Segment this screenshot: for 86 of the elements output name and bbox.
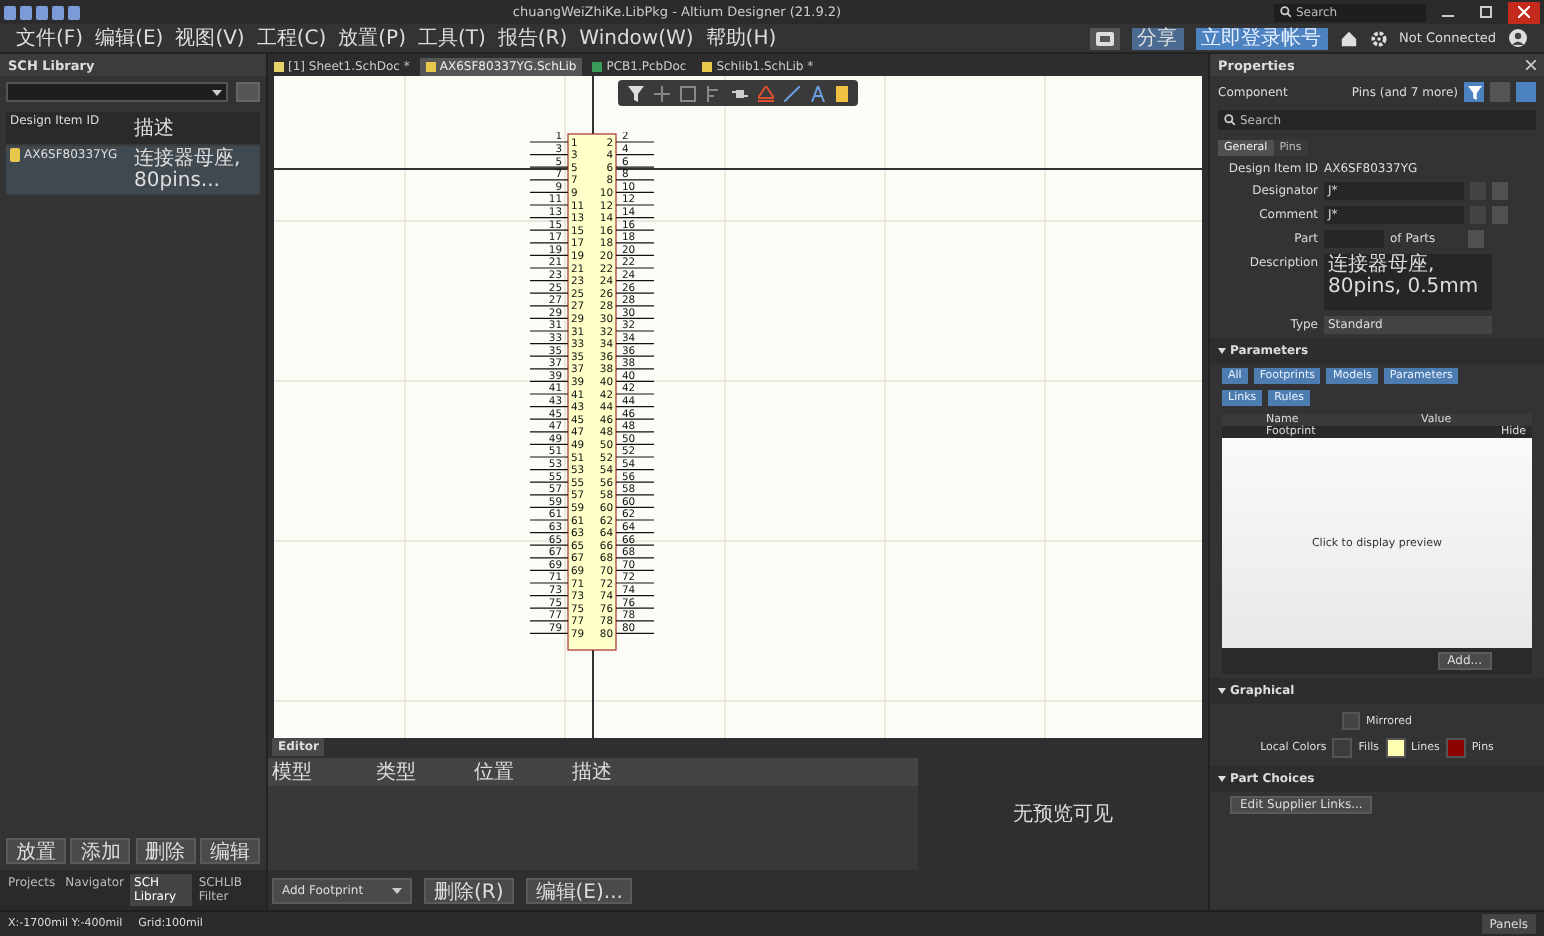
pin-line[interactable] (529, 191, 569, 193)
close-button[interactable] (1507, 1, 1540, 23)
pin-line[interactable] (615, 406, 655, 408)
color-swatch[interactable] (1385, 738, 1406, 758)
rectangle-icon[interactable] (836, 85, 848, 101)
chat-button[interactable] (1089, 27, 1120, 49)
preview-message: 无预览可见 (1013, 802, 1113, 828)
close-icon[interactable] (1526, 60, 1536, 70)
edit-button[interactable]: 编辑(E)... (525, 878, 633, 904)
menu-item[interactable]: 帮助(H) (705, 24, 777, 52)
move-icon[interactable] (654, 85, 670, 101)
pin-line[interactable] (529, 595, 569, 597)
pin-line[interactable] (529, 569, 569, 571)
caret-icon[interactable] (212, 89, 222, 95)
mirrored-checkbox[interactable] (1342, 712, 1361, 730)
pin-line[interactable] (615, 317, 655, 319)
pin-line[interactable] (529, 343, 569, 345)
pin-line[interactable] (615, 191, 655, 193)
user-icon[interactable] (1508, 28, 1528, 48)
pin-line[interactable] (529, 317, 569, 319)
pin-line[interactable] (529, 217, 569, 219)
text-area[interactable]: 连接器母座, 80pins, 0.5mm (1324, 254, 1492, 310)
pin-line[interactable] (615, 569, 655, 571)
panel-button[interactable]: 删除 (135, 838, 196, 864)
color-swatch[interactable] (1332, 738, 1353, 758)
panel-button[interactable]: 添加 (70, 838, 131, 864)
collapse-caret-icon[interactable] (1218, 688, 1226, 694)
menu-item[interactable]: 报告(R) (497, 24, 568, 52)
collapse-caret-icon[interactable] (1218, 776, 1226, 782)
home-icon[interactable] (1339, 29, 1358, 47)
pin-line[interactable] (615, 469, 655, 471)
menu-item[interactable]: 视图(V) (175, 24, 245, 52)
pin-line[interactable] (615, 506, 655, 508)
filter-toggle-button[interactable] (1516, 82, 1536, 102)
pin-line[interactable] (615, 343, 655, 345)
pin-icon[interactable] (758, 85, 774, 101)
pin-line[interactable] (615, 632, 655, 634)
panel-button[interactable]: 编辑 (199, 838, 260, 864)
collapse-caret-icon[interactable] (1218, 348, 1226, 354)
menu-item[interactable]: 工程(C) (256, 24, 327, 52)
pin-line[interactable] (615, 154, 655, 156)
pin-line[interactable] (615, 443, 655, 445)
pin-line[interactable] (529, 632, 569, 634)
delete-button[interactable]: 删除(R) (424, 878, 514, 904)
panel-button[interactable]: 放置 (6, 838, 67, 864)
pin-line[interactable] (615, 532, 655, 534)
pin-line[interactable] (615, 254, 655, 256)
pin-line[interactable] (529, 506, 569, 508)
pin-line[interactable] (529, 154, 569, 156)
filter-icon[interactable] (628, 85, 644, 101)
pin-line[interactable] (529, 380, 569, 382)
text-icon[interactable] (810, 85, 826, 101)
column-header[interactable]: 类型 (372, 758, 470, 786)
align-icon[interactable] (706, 85, 722, 101)
column-header[interactable]: 描述 (568, 758, 666, 786)
color-swatch[interactable] (1445, 738, 1466, 758)
share-button[interactable]: 分享 (1131, 27, 1184, 49)
menu-item[interactable]: 放置(P) (338, 24, 406, 52)
dropdown-caret-icon[interactable] (392, 888, 402, 894)
selection-filter-button[interactable] (1464, 82, 1484, 102)
pin-line[interactable] (529, 280, 569, 282)
component-icon[interactable] (732, 85, 748, 101)
menu-item[interactable]: 编辑(E) (95, 24, 164, 52)
pin-line[interactable] (615, 380, 655, 382)
schematic-canvas[interactable] (274, 76, 1202, 738)
component-icon (10, 148, 20, 162)
select-rectangle-icon[interactable] (680, 85, 696, 101)
line-icon[interactable] (784, 85, 800, 101)
pin-line[interactable] (529, 406, 569, 408)
column-header[interactable]: 位置 (470, 758, 568, 786)
pin-line[interactable] (615, 595, 655, 597)
pin-line[interactable] (529, 469, 569, 471)
item-description: 连接器母座, 80pins... (132, 146, 243, 194)
pin-line[interactable] (615, 280, 655, 282)
maximize-icon[interactable] (1479, 6, 1492, 18)
menu-item[interactable]: 工具(T) (417, 24, 486, 52)
pin-line[interactable] (615, 217, 655, 219)
pin-line[interactable] (529, 443, 569, 445)
menu-item[interactable]: Window(W) (579, 27, 694, 49)
component-body[interactable] (567, 133, 617, 651)
pin-line[interactable] (529, 532, 569, 534)
menu-item[interactable]: 文件(F) (16, 24, 84, 52)
pin-line[interactable] (529, 254, 569, 256)
column-header[interactable]: 描述 (130, 112, 178, 144)
column-header[interactable]: 模型 (268, 758, 372, 786)
settings-icon[interactable] (1369, 29, 1388, 47)
